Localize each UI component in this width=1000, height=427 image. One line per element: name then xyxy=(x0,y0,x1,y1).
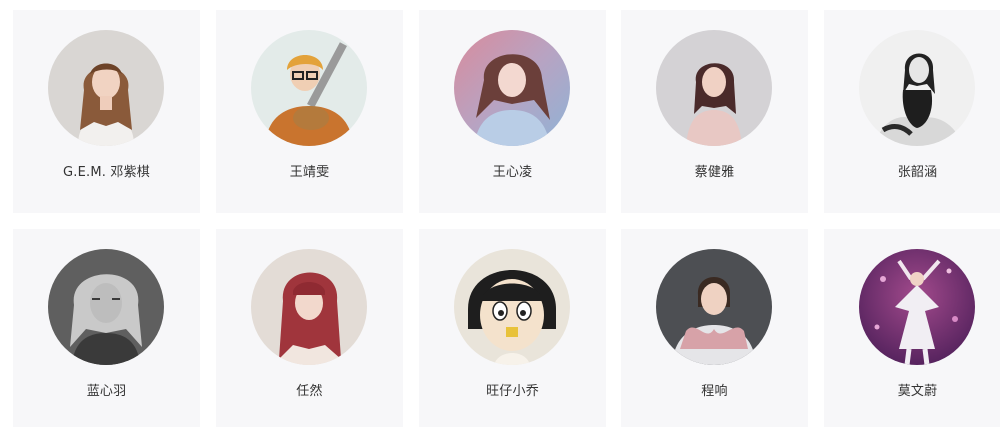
artist-avatar[interactable] xyxy=(859,30,975,146)
artist-card-gem[interactable]: G.E.M. 邓紫棋 xyxy=(13,10,200,213)
artist-avatar[interactable] xyxy=(656,30,772,146)
artist-card-cheng-xiang[interactable]: 程响 xyxy=(621,229,808,427)
artist-card-ren-ran[interactable]: 任然 xyxy=(216,229,403,427)
artist-photo xyxy=(859,30,975,146)
artist-name[interactable]: 蔡健雅 xyxy=(621,161,808,180)
artist-photo xyxy=(251,30,367,146)
artist-photo xyxy=(251,249,367,365)
artist-name[interactable]: 张韶涵 xyxy=(824,161,1000,180)
artist-name[interactable]: 任然 xyxy=(216,380,403,399)
artist-photo xyxy=(48,30,164,146)
artist-avatar[interactable] xyxy=(48,30,164,146)
artist-avatar[interactable] xyxy=(251,249,367,365)
artist-name[interactable]: G.E.M. 邓紫棋 xyxy=(13,161,200,180)
artist-name[interactable]: 旺仔小乔 xyxy=(419,380,606,399)
artist-name[interactable]: 程响 xyxy=(621,380,808,399)
artist-card-mo-wenwei[interactable]: 莫文蔚 xyxy=(824,229,1000,427)
artist-photo xyxy=(656,30,772,146)
artist-name[interactable]: 蓝心羽 xyxy=(13,380,200,399)
artist-grid: G.E.M. 邓紫棋 王靖雯 王心凌 蔡健雅 张韶涵 蓝心羽 任然 旺仔小乔 程… xyxy=(0,0,1000,427)
artist-photo xyxy=(454,30,570,146)
artist-card-wangzai-xiaoqiao[interactable]: 旺仔小乔 xyxy=(419,229,606,427)
artist-avatar[interactable] xyxy=(454,249,570,365)
artist-avatar[interactable] xyxy=(251,30,367,146)
artist-card-wang-xinling[interactable]: 王心凌 xyxy=(419,10,606,213)
artist-name[interactable]: 王心凌 xyxy=(419,161,606,180)
artist-name[interactable]: 莫文蔚 xyxy=(824,380,1000,399)
artist-photo xyxy=(656,249,772,365)
artist-name[interactable]: 王靖雯 xyxy=(216,161,403,180)
artist-avatar[interactable] xyxy=(859,249,975,365)
artist-avatar[interactable] xyxy=(656,249,772,365)
artist-photo xyxy=(454,249,570,365)
artist-avatar[interactable] xyxy=(454,30,570,146)
artist-photo xyxy=(859,249,975,365)
artist-avatar[interactable] xyxy=(48,249,164,365)
artist-card-zhang-shaohan[interactable]: 张韶涵 xyxy=(824,10,1000,213)
artist-photo xyxy=(48,249,164,365)
artist-card-lan-xinyu[interactable]: 蓝心羽 xyxy=(13,229,200,427)
artist-card-wang-jingwen[interactable]: 王靖雯 xyxy=(216,10,403,213)
artist-card-cai-jianya[interactable]: 蔡健雅 xyxy=(621,10,808,213)
